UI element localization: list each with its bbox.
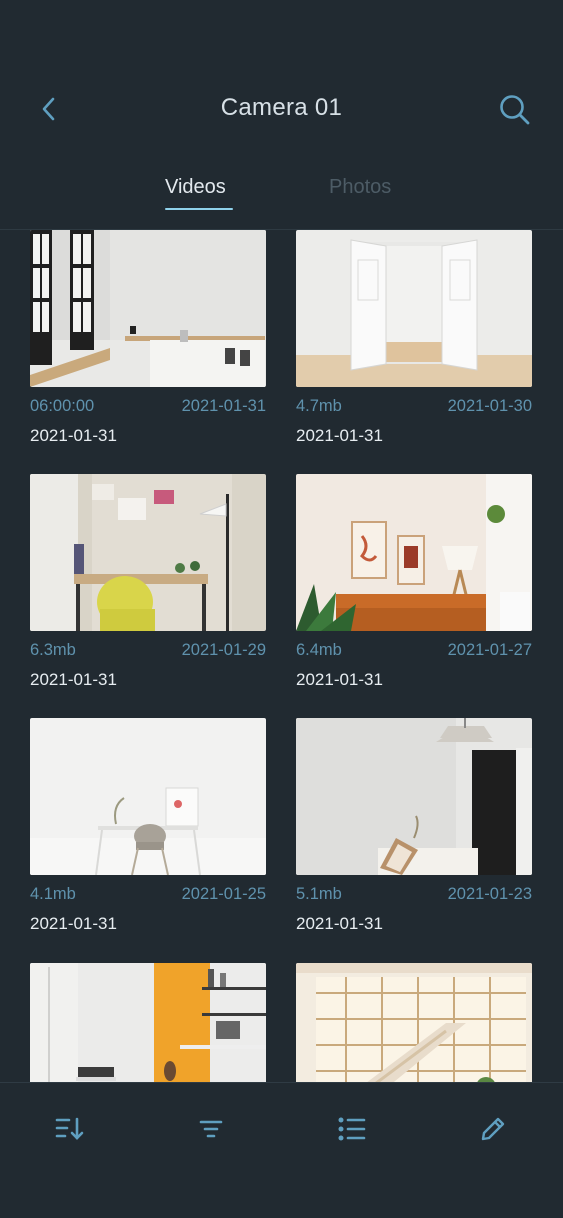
media-date: 2021-01-31 xyxy=(30,426,117,445)
filter-button[interactable] xyxy=(189,1107,233,1151)
media-meta: 4.1mb 2021-01-25 xyxy=(30,885,266,904)
media-thumbnail[interactable] xyxy=(296,718,532,875)
list-view-button[interactable] xyxy=(330,1107,374,1151)
media-card[interactable]: 5.1mb 2021-01-23 2021-01-31 xyxy=(296,718,532,934)
media-meta: 06:00:00 2021-01-31 xyxy=(30,397,266,416)
page-title: Camera 01 xyxy=(220,94,343,121)
media-thumbnail[interactable] xyxy=(296,963,532,1082)
file-size: 4.7mb xyxy=(296,397,342,415)
filter-icon xyxy=(199,1120,223,1138)
media-thumbnail[interactable] xyxy=(296,474,532,631)
media-date: 2021-01-31 xyxy=(30,670,117,689)
edit-pencil-icon xyxy=(481,1117,505,1141)
recorded-date: 2021-01-25 xyxy=(181,885,266,903)
search-button[interactable] xyxy=(495,90,535,130)
media-date: 2021-01-31 xyxy=(30,914,117,933)
duration-label: 06:00:00 xyxy=(30,397,95,415)
media-meta: 4.7mb 2021-01-30 xyxy=(296,397,532,416)
media-card[interactable]: 4.1mb 2021-01-25 2021-01-31 xyxy=(30,718,266,934)
recorded-date: 2021-01-30 xyxy=(447,397,532,415)
tab-videos[interactable]: Videos xyxy=(165,176,226,199)
media-meta: 6.3mb 2021-01-29 xyxy=(30,641,266,660)
media-card[interactable]: 06:00:00 2021-01-31 2021-01-31 xyxy=(30,230,266,446)
media-thumbnail[interactable] xyxy=(30,718,266,875)
file-size: 5.1mb xyxy=(296,885,342,903)
media-thumbnail[interactable] xyxy=(30,230,266,387)
search-icon xyxy=(500,95,530,125)
media-card[interactable]: 4.7mb 2021-01-30 2021-01-31 xyxy=(296,230,532,446)
app-header: Camera 01 Videos Photos xyxy=(0,0,563,230)
recorded-date: 2021-01-27 xyxy=(447,641,532,659)
media-card[interactable]: 6.3mb 2021-01-29 2021-01-31 xyxy=(30,474,266,690)
media-meta: 6.4mb 2021-01-27 xyxy=(296,641,532,660)
recorded-date: 2021-01-23 xyxy=(447,885,532,903)
media-date: 2021-01-31 xyxy=(296,426,383,445)
media-tabs: Videos Photos xyxy=(0,172,563,230)
media-thumbnail[interactable] xyxy=(296,230,532,387)
media-card[interactable] xyxy=(296,963,532,1082)
sort-icon xyxy=(55,1117,84,1140)
active-tab-indicator xyxy=(165,208,233,210)
list-icon xyxy=(338,1117,366,1141)
file-size: 6.3mb xyxy=(30,641,76,659)
recorded-date: 2021-01-31 xyxy=(181,397,266,415)
media-card[interactable]: 6.4mb 2021-01-27 2021-01-31 xyxy=(296,474,532,690)
sort-button[interactable] xyxy=(48,1107,92,1151)
media-grid[interactable]: 06:00:00 2021-01-31 2021-01-31 4.7mb 202… xyxy=(0,230,563,1082)
media-thumbnail[interactable] xyxy=(30,963,266,1082)
bottom-toolbar xyxy=(0,1083,563,1218)
file-size: 4.1mb xyxy=(30,885,76,903)
tab-photos[interactable]: Photos xyxy=(329,176,391,199)
edit-button[interactable] xyxy=(471,1107,515,1151)
media-meta: 5.1mb 2021-01-23 xyxy=(296,885,532,904)
media-thumbnail[interactable] xyxy=(30,474,266,631)
media-date: 2021-01-31 xyxy=(296,914,383,933)
file-size: 6.4mb xyxy=(296,641,342,659)
media-card[interactable] xyxy=(30,963,266,1082)
media-date: 2021-01-31 xyxy=(296,670,383,689)
recorded-date: 2021-01-29 xyxy=(181,641,266,659)
